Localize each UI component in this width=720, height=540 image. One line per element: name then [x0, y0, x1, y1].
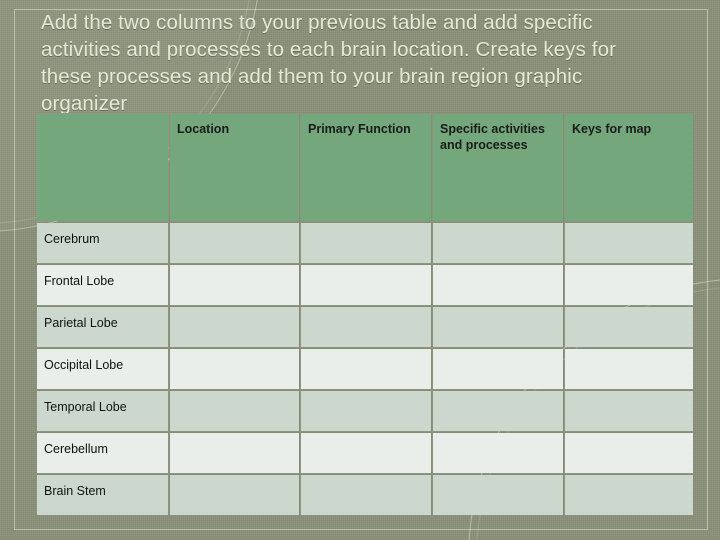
table-cell[interactable] [301, 475, 431, 515]
table-cell[interactable] [170, 475, 299, 515]
slide-canvas: Add the two columns to your previous tab… [0, 0, 720, 540]
table-cell[interactable] [565, 223, 693, 263]
table-cell[interactable] [170, 391, 299, 431]
row-label-cell[interactable]: Brain Stem [37, 475, 168, 515]
row-label-cell[interactable]: Parietal Lobe [37, 307, 168, 347]
table-cell[interactable] [170, 265, 299, 305]
table-row: Brain Stem [37, 475, 693, 515]
table-row: Frontal Lobe [37, 265, 693, 305]
row-label-cell[interactable]: Frontal Lobe [37, 265, 168, 305]
row-label-cell[interactable]: Cerebrum [37, 223, 168, 263]
slide-title: Add the two columns to your previous tab… [41, 11, 616, 113]
table-header: Location Primary Function Specific activ… [37, 114, 693, 221]
table-cell[interactable] [170, 349, 299, 389]
table-cell[interactable] [301, 307, 431, 347]
column-header-blank [37, 114, 168, 221]
row-label-cell[interactable]: Cerebellum [37, 433, 168, 473]
table-cell[interactable] [170, 223, 299, 263]
table-cell[interactable] [565, 349, 693, 389]
table-cell[interactable] [301, 265, 431, 305]
table-row: Parietal Lobe [37, 307, 693, 347]
table-row: Occipital Lobe [37, 349, 693, 389]
table-cell[interactable] [565, 475, 693, 515]
table-cell[interactable] [565, 433, 693, 473]
table-cell[interactable] [170, 433, 299, 473]
table-cell[interactable] [170, 307, 299, 347]
column-header-location: Location [170, 114, 299, 221]
table-cell[interactable] [433, 391, 563, 431]
table-cell[interactable] [433, 475, 563, 515]
table-cell[interactable] [301, 223, 431, 263]
table-cell[interactable] [565, 307, 693, 347]
column-header-specific-activities: Specific activities and processes [433, 114, 563, 221]
table-cell[interactable] [433, 307, 563, 347]
row-label-cell[interactable]: Occipital Lobe [37, 349, 168, 389]
table-cell[interactable] [301, 349, 431, 389]
table-row: Temporal Lobe [37, 391, 693, 431]
table-cell[interactable] [433, 265, 563, 305]
brain-regions-table: Location Primary Function Specific activ… [35, 112, 693, 516]
table-cell[interactable] [301, 391, 431, 431]
table-cell[interactable] [301, 433, 431, 473]
table-header-row: Location Primary Function Specific activ… [37, 114, 693, 221]
table-cell[interactable] [433, 349, 563, 389]
table-body: Cerebrum Frontal Lobe Parietal Lobe Occipit… [37, 223, 693, 515]
column-header-keys-for-map: Keys for map [565, 114, 693, 221]
column-header-primary-function: Primary Function [301, 114, 431, 221]
table-row: Cerebrum [37, 223, 693, 263]
table-cell[interactable] [565, 391, 693, 431]
table-cell[interactable] [433, 433, 563, 473]
row-label-cell[interactable]: Temporal Lobe [37, 391, 168, 431]
table-grid: Location Primary Function Specific activ… [35, 112, 695, 517]
table-row: Cerebellum [37, 433, 693, 473]
table-cell[interactable] [565, 265, 693, 305]
table-cell[interactable] [433, 223, 563, 263]
